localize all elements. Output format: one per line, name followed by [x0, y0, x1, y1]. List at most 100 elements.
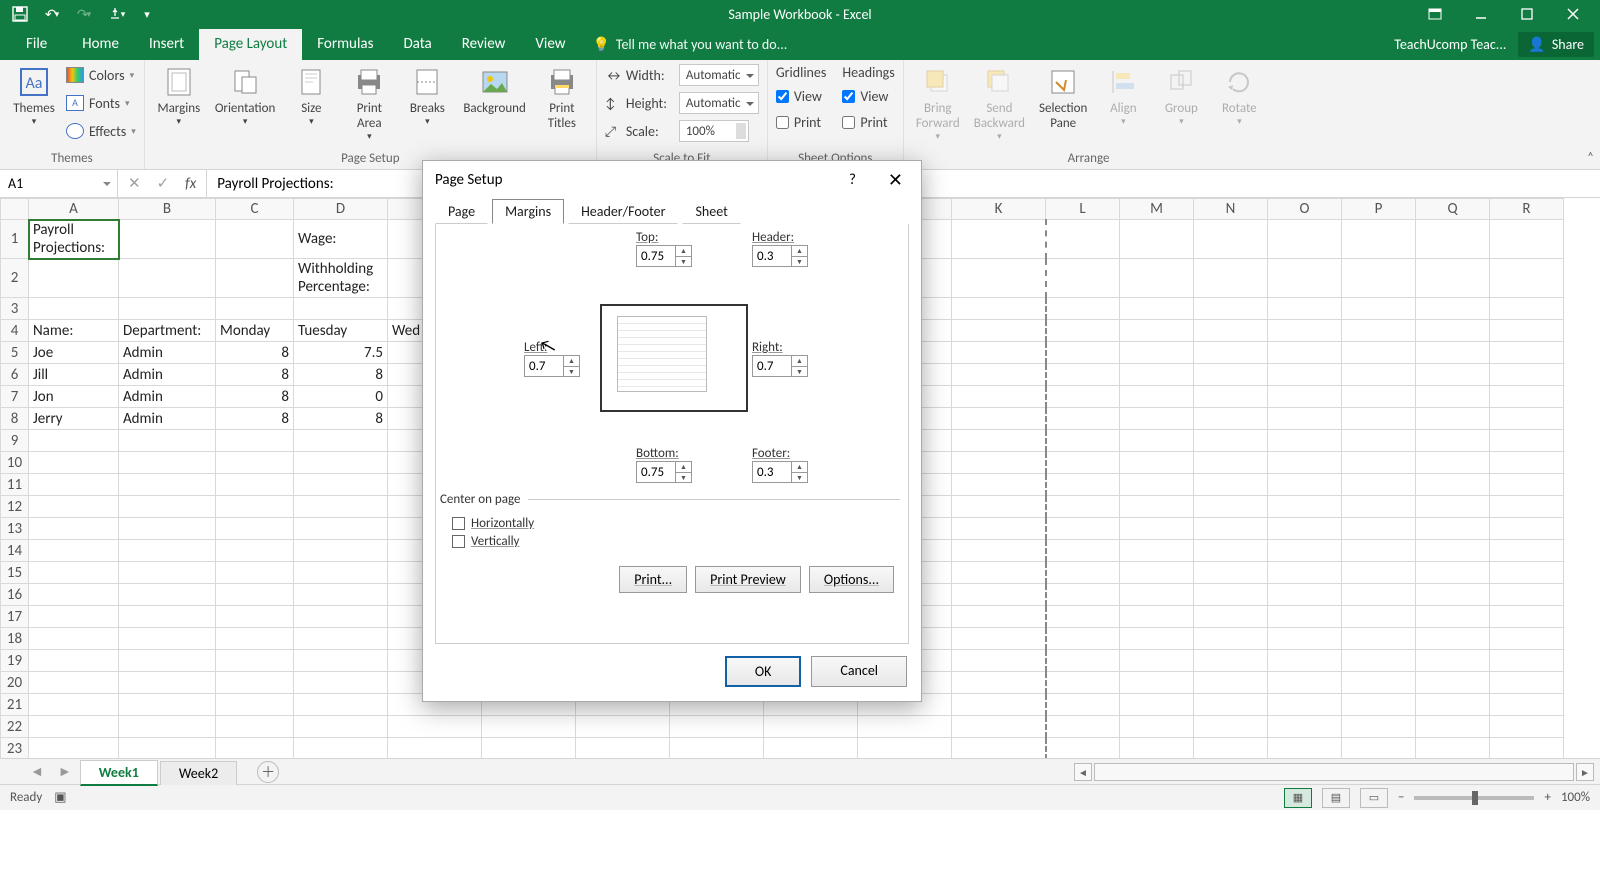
row-header[interactable]: 10 — [1, 452, 29, 474]
themes-button[interactable]: Aa Themes▾ — [8, 62, 60, 127]
cell[interactable] — [1342, 518, 1416, 540]
cancel-formula-icon[interactable]: ✕ — [128, 174, 141, 193]
cell[interactable] — [1120, 259, 1194, 298]
cell[interactable] — [1342, 408, 1416, 430]
cell[interactable] — [1268, 694, 1342, 716]
insert-function-icon[interactable]: fx — [185, 175, 196, 193]
save-icon[interactable] — [8, 3, 32, 25]
cell[interactable] — [1490, 430, 1564, 452]
cell[interactable] — [1194, 298, 1268, 320]
cell[interactable] — [1046, 540, 1120, 562]
cell[interactable] — [1120, 650, 1194, 672]
cell[interactable] — [1342, 220, 1416, 259]
send-backward-button[interactable]: Send Backward▾ — [970, 62, 1029, 142]
cell[interactable] — [1268, 650, 1342, 672]
cell[interactable] — [1046, 562, 1120, 584]
cell[interactable] — [1268, 540, 1342, 562]
column-header[interactable]: Q — [1416, 199, 1490, 220]
cell[interactable] — [952, 430, 1046, 452]
row-header[interactable]: 20 — [1, 672, 29, 694]
cell[interactable]: 8 — [294, 364, 388, 386]
cell[interactable] — [29, 672, 119, 694]
cell[interactable] — [1342, 386, 1416, 408]
row-header[interactable]: 12 — [1, 496, 29, 518]
cell[interactable] — [670, 738, 764, 759]
cell[interactable]: Admin — [119, 408, 216, 430]
cell[interactable] — [952, 650, 1046, 672]
cell[interactable] — [294, 518, 388, 540]
cell[interactable] — [576, 716, 670, 738]
hscroll-track[interactable] — [1094, 763, 1574, 781]
cell[interactable] — [1490, 259, 1564, 298]
cell[interactable] — [294, 562, 388, 584]
cell[interactable] — [1416, 259, 1490, 298]
row-header[interactable]: 18 — [1, 628, 29, 650]
tab-file[interactable]: File — [6, 29, 67, 60]
cell[interactable] — [1268, 386, 1342, 408]
zoom-out-icon[interactable]: − — [1398, 790, 1404, 805]
cell[interactable] — [1194, 320, 1268, 342]
row-header[interactable]: 4 — [1, 320, 29, 342]
cell[interactable] — [1342, 298, 1416, 320]
enter-formula-icon[interactable]: ✓ — [157, 174, 170, 193]
cell[interactable] — [1120, 562, 1194, 584]
header-input[interactable] — [753, 246, 791, 266]
margins-button[interactable]: Margins▾ — [153, 62, 205, 127]
cell[interactable] — [1268, 496, 1342, 518]
cell[interactable] — [952, 386, 1046, 408]
cell[interactable] — [1120, 628, 1194, 650]
dialog-close-icon[interactable]: ✕ — [882, 169, 909, 191]
cell[interactable] — [1342, 452, 1416, 474]
cell[interactable] — [1120, 320, 1194, 342]
gridlines-view-checkbox[interactable]: View — [776, 84, 827, 108]
name-box[interactable]: A1 — [0, 170, 118, 197]
cell[interactable] — [1416, 452, 1490, 474]
cell[interactable] — [1046, 716, 1120, 738]
cell[interactable] — [1342, 672, 1416, 694]
cell[interactable] — [952, 628, 1046, 650]
cell[interactable] — [119, 738, 216, 759]
cell[interactable] — [29, 650, 119, 672]
page-layout-view-icon[interactable]: ▤ — [1322, 788, 1350, 808]
hscroll-left-icon[interactable]: ◄ — [1074, 763, 1092, 781]
cell[interactable] — [952, 298, 1046, 320]
cell[interactable] — [216, 628, 294, 650]
cell[interactable]: 0 — [294, 386, 388, 408]
cell[interactable] — [1490, 540, 1564, 562]
cell[interactable] — [29, 628, 119, 650]
cell[interactable] — [1416, 672, 1490, 694]
column-header[interactable]: L — [1046, 199, 1120, 220]
cell[interactable] — [1490, 628, 1564, 650]
center-vertically-checkbox[interactable]: Vertically — [452, 534, 900, 549]
cell[interactable] — [1268, 628, 1342, 650]
cell[interactable] — [1490, 474, 1564, 496]
cell[interactable] — [216, 430, 294, 452]
cell[interactable] — [29, 496, 119, 518]
cell[interactable] — [1342, 430, 1416, 452]
headings-print-checkbox[interactable]: Print — [842, 110, 894, 134]
cell[interactable] — [1120, 430, 1194, 452]
cell[interactable] — [576, 738, 670, 759]
cell[interactable] — [1416, 694, 1490, 716]
cell[interactable] — [216, 716, 294, 738]
cell[interactable] — [1416, 650, 1490, 672]
cell[interactable]: Joe — [29, 342, 119, 364]
cell[interactable] — [1342, 584, 1416, 606]
row-header[interactable]: 3 — [1, 298, 29, 320]
cell[interactable] — [119, 672, 216, 694]
cell[interactable] — [216, 694, 294, 716]
cell[interactable] — [1490, 584, 1564, 606]
cell[interactable] — [1194, 628, 1268, 650]
cell[interactable] — [1046, 496, 1120, 518]
cell[interactable] — [216, 540, 294, 562]
cell[interactable]: 8 — [216, 408, 294, 430]
cell[interactable] — [29, 430, 119, 452]
cell[interactable] — [216, 650, 294, 672]
rotate-button[interactable]: Rotate▾ — [1213, 62, 1265, 127]
cell[interactable] — [952, 716, 1046, 738]
close-icon[interactable] — [1550, 0, 1596, 28]
cell[interactable] — [1046, 474, 1120, 496]
row-header[interactable]: 13 — [1, 518, 29, 540]
fonts-button[interactable]: AFonts▾ — [66, 90, 136, 116]
dialog-tab-header-footer[interactable]: Header/Footer — [568, 199, 678, 224]
